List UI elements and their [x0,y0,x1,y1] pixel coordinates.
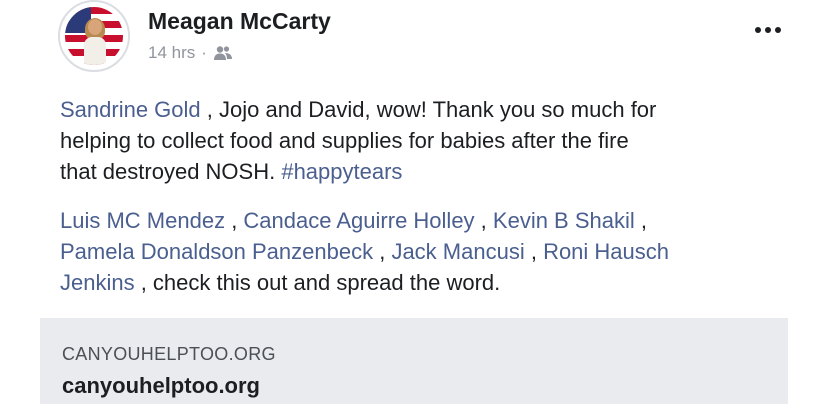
post-timestamp[interactable]: 14 hrs [148,43,195,63]
more-options-button[interactable] [748,16,788,44]
more-options-icon [775,27,781,33]
mention-separator: , [474,208,493,233]
link-title[interactable]: canyouhelptoo.org [62,373,260,399]
message-line: Sandrine Gold , Jojo and David, wow! Tha… [60,94,800,125]
post-tags-paragraph: Luis MC Mendez , Candace Aguirre Holley … [60,205,800,298]
message-line: Luis MC Mendez , Candace Aguirre Holley … [60,205,800,236]
mention-link[interactable]: Jenkins [60,270,135,295]
facebook-post: Meagan McCarty 14 hrs · Sandrine Gold , … [0,0,828,404]
post-message: Sandrine Gold , Jojo and David, wow! Tha… [60,94,800,187]
mention-link[interactable]: Kevin B Shakil [493,208,635,233]
post-meta: 14 hrs · [148,41,233,65]
post-header: Meagan McCarty 14 hrs · [58,0,798,80]
message-line: Pamela Donaldson Panzenbeck , Jack Mancu… [60,236,800,267]
author-name[interactable]: Meagan McCarty [148,8,331,35]
mention-separator: , [524,239,544,264]
mention-separator: , [225,208,244,233]
avatar[interactable] [58,0,130,72]
hashtag-link[interactable]: #happytears [281,159,402,184]
message-text: , Jojo and David, wow! Thank you so much… [200,97,657,122]
more-options-icon [765,27,771,33]
mention-separator: , [634,208,647,233]
message-line: helping to collect food and supplies for… [60,128,629,153]
mention-link[interactable]: Luis MC Mendez [60,208,225,233]
link-preview-card[interactable]: CANYOUHELPTOO.ORG canyouhelptoo.org [40,318,788,404]
friends-icon[interactable] [213,45,233,61]
message-line: Jenkins , check this out and spread the … [60,267,800,298]
avatar-photo [65,7,123,65]
avatar-body [84,37,106,65]
message-line: that destroyed NOSH. #happytears [60,156,800,187]
mention-link[interactable]: Pamela Donaldson Panzenbeck [60,239,373,264]
link-domain: CANYOUHELPTOO.ORG [62,344,276,364]
mention-separator: , [373,239,392,264]
mention-link[interactable]: Roni Hausch [543,239,669,264]
more-options-icon [755,27,761,33]
mention-link[interactable]: Jack Mancusi [391,239,524,264]
mention-link[interactable]: Candace Aguirre Holley [243,208,474,233]
meta-separator: · [201,43,207,62]
avatar-head [88,19,102,35]
message-text: that destroyed NOSH. [60,159,282,184]
avatar-person [84,18,106,65]
message-text: , check this out and spread the word. [134,270,501,295]
mention-link[interactable]: Sandrine Gold [60,97,201,122]
